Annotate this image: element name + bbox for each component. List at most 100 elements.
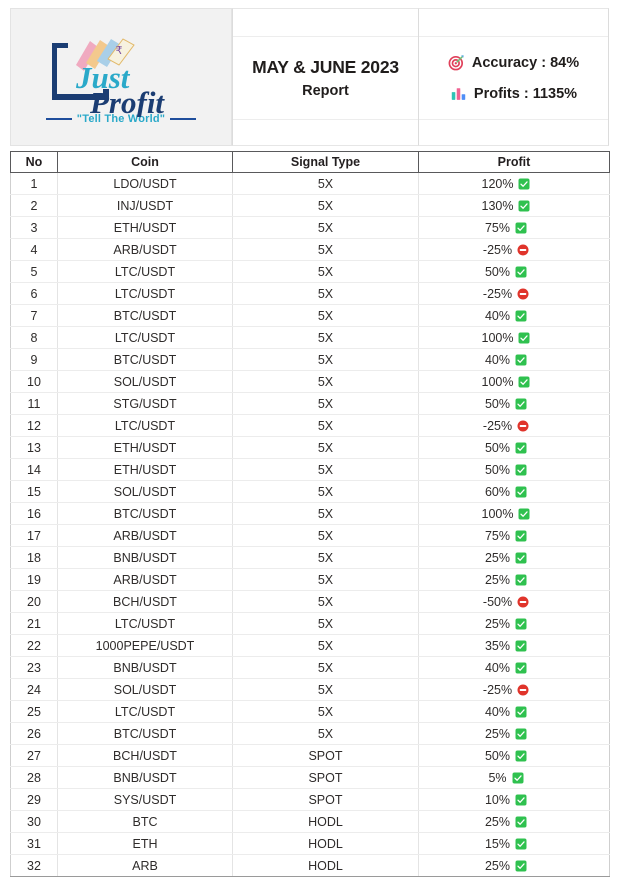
- profit-value-group: 10%: [411, 793, 601, 807]
- table-row: 4 ARB/USDT 5X -25%: [10, 238, 610, 261]
- target-icon: [448, 55, 464, 71]
- check-badge-icon: [515, 816, 527, 827]
- cell-coin: LTC/USDT: [57, 612, 233, 635]
- cell-coin: BTC/USDT: [57, 304, 233, 327]
- profit-value: 10%: [484, 792, 511, 807]
- table-row: 21 LTC/USDT 5X 25%: [10, 612, 610, 635]
- check-badge-icon: [515, 266, 527, 277]
- cell-no: 20: [10, 590, 58, 613]
- stat-profits-text: Profits : 1135%: [473, 85, 578, 102]
- cell-profit: 40%: [418, 348, 610, 371]
- table-row: 13 ETH/USDT 5X 50%: [10, 436, 610, 459]
- table-row: 19 ARB/USDT 5X 25%: [10, 568, 610, 591]
- cell-coin: ARB/USDT: [57, 568, 233, 591]
- cell-signal-type: 5X: [232, 524, 419, 547]
- profit-value-group: 25%: [411, 815, 601, 829]
- table-row: 23 BNB/USDT 5X 40%: [10, 656, 610, 679]
- cell-no: 23: [10, 656, 58, 679]
- table-row: 15 SOL/USDT 5X 60%: [10, 480, 610, 503]
- profit-value: 50%: [484, 462, 511, 477]
- table-row: 3 ETH/USDT 5X 75%: [10, 216, 610, 239]
- column-header-coin: Coin: [57, 151, 233, 173]
- profit-value-group: 40%: [411, 353, 601, 367]
- cell-no: 29: [10, 788, 58, 811]
- cell-signal-type: 5X: [232, 414, 419, 437]
- stat-profits: Profits : 1135%: [450, 85, 577, 102]
- cell-profit: 40%: [418, 304, 610, 327]
- cell-signal-type: 5X: [232, 436, 419, 459]
- profit-value: -25%: [482, 682, 513, 697]
- cell-signal-type: 5X: [232, 700, 419, 723]
- profit-value-group: 35%: [411, 639, 601, 653]
- cell-no: 14: [10, 458, 58, 481]
- table-row: 9 BTC/USDT 5X 40%: [10, 348, 610, 371]
- cell-profit: 100%: [418, 502, 610, 525]
- cell-coin: LDO/USDT: [57, 172, 233, 195]
- cell-signal-type: 5X: [232, 678, 419, 701]
- profit-value: 120%: [481, 176, 514, 191]
- cell-signal-type: 5X: [232, 634, 419, 657]
- profit-value: 60%: [484, 484, 511, 499]
- cell-profit: 100%: [418, 326, 610, 349]
- minus-badge-icon: [517, 244, 529, 255]
- signals-table: No Coin Signal Type Profit 1 LDO/USDT 5X 12…: [10, 151, 610, 877]
- cell-profit: 50%: [418, 392, 610, 415]
- cell-coin: BNB/USDT: [57, 766, 233, 789]
- profit-value: 15%: [484, 836, 511, 851]
- cell-coin: ETH/USDT: [57, 216, 233, 239]
- cell-no: 25: [10, 700, 58, 723]
- check-badge-icon: [515, 794, 527, 805]
- table-row: 30 BTC HODL 25%: [10, 810, 610, 833]
- cell-coin: SOL/USDT: [57, 370, 233, 393]
- check-badge-icon: [515, 728, 527, 739]
- report-sheet: ₹ Just Profit "Tell The World" MAY & JUN…: [0, 0, 640, 877]
- table-row: 8 LTC/USDT 5X 100%: [10, 326, 610, 349]
- cell-profit: 25%: [418, 722, 610, 745]
- table-row: 1 LDO/USDT 5X 120%: [10, 172, 610, 195]
- cell-signal-type: 5X: [232, 370, 419, 393]
- profit-value: 40%: [484, 704, 511, 719]
- profit-value-group: 50%: [411, 463, 601, 477]
- cell-coin: BNB/USDT: [57, 656, 233, 679]
- cell-signal-type: SPOT: [232, 766, 419, 789]
- profit-value: -25%: [482, 286, 513, 301]
- check-badge-icon: [515, 442, 527, 453]
- profit-value: -25%: [482, 242, 513, 257]
- profit-value-group: -25%: [411, 287, 601, 301]
- profit-value: 50%: [484, 440, 511, 455]
- bar-chart-icon: [451, 88, 466, 100]
- profit-value: 35%: [484, 638, 511, 653]
- check-badge-icon: [515, 222, 527, 233]
- signals-table-body: 1 LDO/USDT 5X 120% 2 INJ/USDT 5X 130% 3 ETH/USDT 5…: [10, 172, 610, 877]
- cell-coin: ETH/USDT: [57, 458, 233, 481]
- tagline-dash-left: [45, 118, 72, 120]
- check-badge-icon: [515, 486, 527, 497]
- table-row: 20 BCH/USDT 5X -50%: [10, 590, 610, 613]
- cell-no: 3: [10, 216, 58, 239]
- check-badge-icon: [515, 310, 527, 321]
- profit-value-group: 40%: [411, 309, 601, 323]
- column-header-no: No: [10, 151, 58, 173]
- cell-profit: 25%: [418, 568, 610, 591]
- check-badge-icon: [518, 508, 530, 519]
- cell-profit: 10%: [418, 788, 610, 811]
- cell-profit: 5%: [418, 766, 610, 789]
- profit-value-group: 100%: [411, 375, 601, 389]
- cell-signal-type: 5X: [232, 238, 419, 261]
- profit-value-group: 50%: [411, 265, 601, 279]
- cell-signal-type: 5X: [232, 568, 419, 591]
- cell-signal-type: 5X: [232, 590, 419, 613]
- cell-profit: 40%: [418, 700, 610, 723]
- cell-signal-type: SPOT: [232, 744, 419, 767]
- tagline-dash-right: [170, 118, 197, 120]
- profit-value-group: 60%: [411, 485, 601, 499]
- profit-value-group: -25%: [411, 683, 601, 697]
- cell-signal-type: 5X: [232, 502, 419, 525]
- cell-no: 28: [10, 766, 58, 789]
- cell-signal-type: 5X: [232, 458, 419, 481]
- cell-no: 10: [10, 370, 58, 393]
- cell-no: 31: [10, 832, 58, 855]
- profit-value-group: 75%: [411, 221, 601, 235]
- check-badge-icon: [518, 332, 530, 343]
- column-header-profit: Profit: [418, 151, 610, 173]
